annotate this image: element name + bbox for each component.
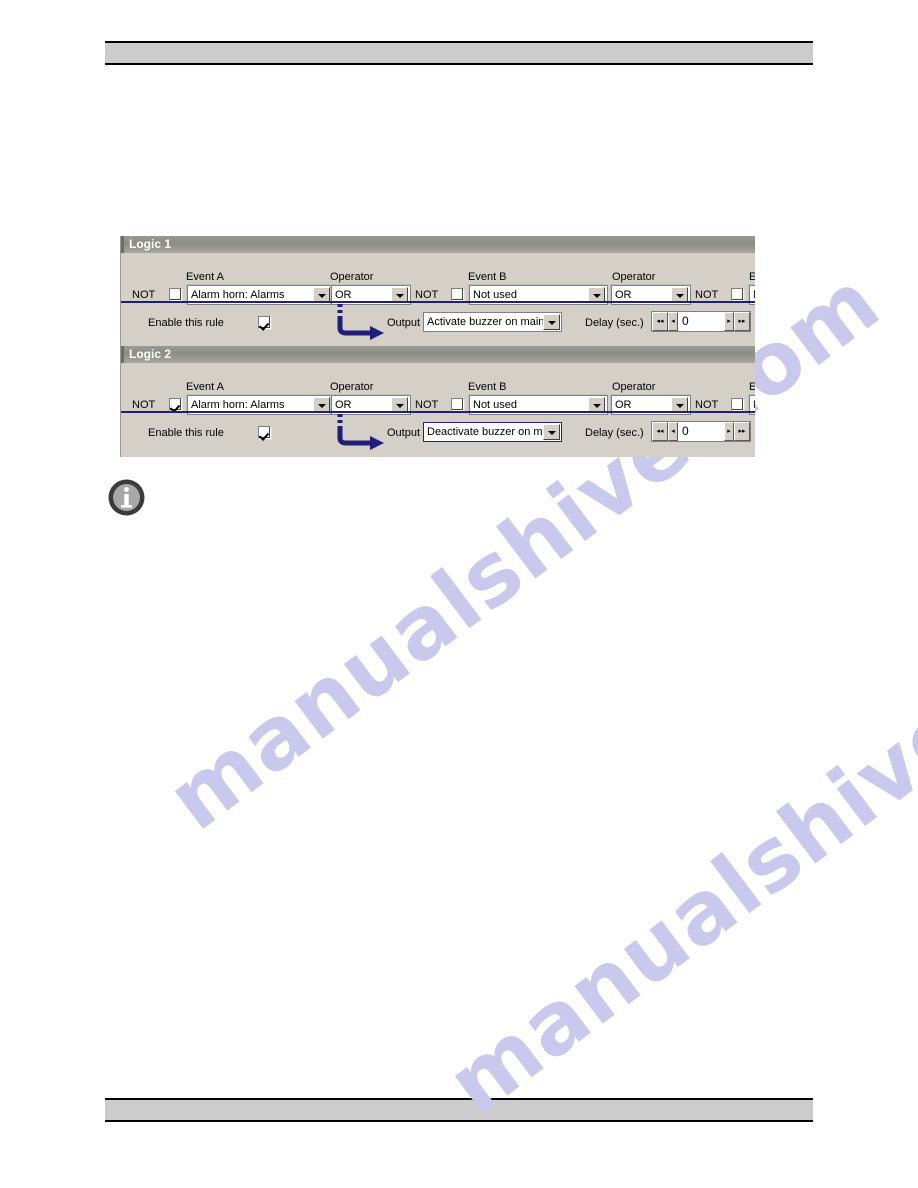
event-b-header: Event B <box>468 381 507 393</box>
enable-rule-checkbox[interactable] <box>258 316 271 329</box>
watermark-text: manualshive.com <box>430 536 918 1135</box>
spinner-last-button[interactable]: ▸▸ <box>734 312 750 331</box>
not-a-checkbox[interactable] <box>169 398 182 411</box>
spinner-first-button[interactable]: ◂◂ <box>652 312 668 331</box>
spinner-next-button[interactable]: ▸ <box>724 312 734 331</box>
information-icon <box>108 479 145 516</box>
output-value: Activate buzzer on main u <box>427 316 543 328</box>
not-c-checkbox[interactable] <box>731 288 744 301</box>
spinner-first-button[interactable]: ◂◂ <box>652 422 668 441</box>
output-value: Deactivate buzzer on mai <box>427 426 543 438</box>
page-header-bar <box>105 41 813 65</box>
logic-configuration-dialog: Logic 1 NOT Event A Alarm horn: Alarms O… <box>120 236 755 457</box>
spinner-last-button[interactable]: ▸▸ <box>734 422 750 441</box>
condition-row: NOT Event A Alarm horn: Alarms Operator … <box>121 363 755 415</box>
spinner-prev-button[interactable]: ◂ <box>668 312 678 331</box>
delay-label: Delay (sec.) <box>585 427 644 439</box>
enable-rule-label: Enable this rule <box>148 317 224 329</box>
output-label: Output <box>387 427 421 439</box>
delay-value[interactable]: 0 <box>678 422 724 441</box>
output-label: Output <box>387 317 421 329</box>
not-label: NOT <box>695 399 719 411</box>
delay-value[interactable]: 0 <box>678 312 724 331</box>
event-b-header: Event B <box>468 271 507 283</box>
not-label: NOT <box>695 289 719 301</box>
event-a-header: Event A <box>186 381 224 393</box>
condition-row: NOT Event A Alarm horn: Alarms Operator … <box>121 253 755 305</box>
page-footer-bar <box>105 1098 813 1122</box>
event-a-header: Event A <box>186 271 224 283</box>
operator-1-header: Operator <box>330 271 374 283</box>
event-c-header: E <box>749 271 755 283</box>
output-row: Enable this rule Output Activate buzzer … <box>121 303 755 344</box>
chevron-down-icon[interactable] <box>543 314 560 330</box>
logic-group: Logic 2 NOT Event A Alarm horn: Alarms O… <box>121 346 755 456</box>
output-combo[interactable]: Activate buzzer on main u <box>423 312 562 332</box>
not-label: NOT <box>132 399 156 411</box>
operator-2-header: Operator <box>612 381 656 393</box>
delay-label: Delay (sec.) <box>585 317 644 329</box>
operator-2-header: Operator <box>612 271 656 283</box>
not-b-checkbox[interactable] <box>451 288 464 301</box>
not-b-checkbox[interactable] <box>451 398 464 411</box>
not-label: NOT <box>132 289 156 301</box>
output-row: Enable this rule Output Deactivate buzze… <box>121 413 755 454</box>
enable-rule-label: Enable this rule <box>148 427 224 439</box>
spinner-next-button[interactable]: ▸ <box>724 422 734 441</box>
delay-spinner[interactable]: ◂◂ ◂ 0 ▸ ▸▸ <box>651 311 751 332</box>
spinner-prev-button[interactable]: ◂ <box>668 422 678 441</box>
chevron-down-icon[interactable] <box>543 424 560 440</box>
enable-rule-checkbox[interactable] <box>258 426 271 439</box>
not-c-checkbox[interactable] <box>731 398 744 411</box>
event-c-header: E <box>749 381 755 393</box>
output-combo[interactable]: Deactivate buzzer on mai <box>423 422 562 442</box>
flow-arrow-icon <box>337 304 384 340</box>
flow-arrow-icon <box>337 414 384 450</box>
not-a-checkbox[interactable] <box>169 288 182 301</box>
not-label: NOT <box>415 289 439 301</box>
group-title: Logic 1 <box>121 236 755 253</box>
operator-1-header: Operator <box>330 381 374 393</box>
logic-group: Logic 1 NOT Event A Alarm horn: Alarms O… <box>121 236 755 346</box>
not-label: NOT <box>415 399 439 411</box>
delay-spinner[interactable]: ◂◂ ◂ 0 ▸ ▸▸ <box>651 421 751 442</box>
group-title: Logic 2 <box>121 346 755 363</box>
